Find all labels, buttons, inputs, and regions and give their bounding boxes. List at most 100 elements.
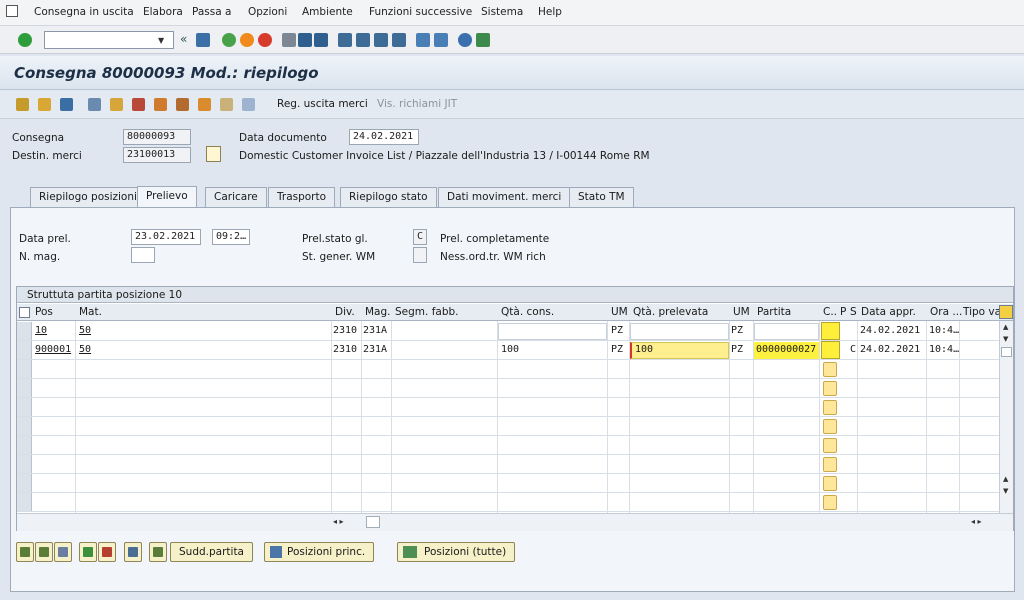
table-row-empty[interactable] [17,398,999,417]
col-data-appr[interactable]: Data appr. [861,306,916,318]
col-pos[interactable]: Pos [35,306,53,318]
warehouse-field[interactable] [131,247,155,263]
col-p[interactable]: P [840,306,846,318]
tab-prelievo[interactable]: Prelievo [137,186,197,208]
tab-trasporto[interactable]: Trasporto [268,187,336,207]
col-c[interactable]: C.. [823,306,837,318]
batch-check-cell[interactable] [823,476,837,491]
scroll-right-icon[interactable]: ◂ ▸ [971,517,982,526]
doc-date-field[interactable]: 24.02.2021 [349,129,419,145]
col-qta-prelevata[interactable]: Qtà. prelevata [633,306,708,318]
scroll-up-bottom-icon[interactable]: ▲ [1003,475,1008,483]
cell-mat[interactable]: 50 [79,325,91,336]
row-selector[interactable] [17,341,32,359]
details-button[interactable] [124,542,142,562]
insert-row-button[interactable] [79,542,97,562]
batch-check-cell[interactable] [823,362,837,377]
table-settings-icon[interactable] [999,305,1013,319]
texts-icon[interactable] [154,98,167,111]
menu-opzioni[interactable]: Opzioni [248,6,287,18]
cancel-icon[interactable] [258,33,272,47]
select-block-button[interactable] [35,542,53,562]
next-page-icon[interactable] [374,33,388,47]
cell-batch[interactable]: 0000000027 [756,344,816,355]
scroll-up-icon[interactable]: ▲ [1003,323,1008,331]
previous-page-icon[interactable] [356,33,370,47]
serial-numbers-icon[interactable] [220,98,233,111]
table-row[interactable]: 900001 50 2310 231A 100 PZ 100 PZ 000000… [17,341,999,360]
pick-date-field[interactable]: 23.02.2021 [131,229,201,245]
batch-split-icon-button[interactable] [149,542,167,562]
menu-passa-a[interactable]: Passa a [192,6,231,18]
enter-check-icon[interactable] [18,33,32,47]
table-row-empty[interactable] [17,455,999,474]
cell-pos[interactable]: 10 [35,325,47,336]
select-all-button[interactable] [16,542,34,562]
col-um-2[interactable]: UM [733,306,750,318]
col-ora[interactable]: Ora ... [930,306,962,318]
batch-check-cell[interactable] [823,495,837,510]
posizioni-princ-button[interactable]: Posizioni princ. [264,542,375,562]
table-row-empty[interactable] [17,360,999,379]
batch-icon[interactable] [198,98,211,111]
menu-funzioni-successive[interactable]: Funzioni successive [369,6,472,18]
batch-check-cell[interactable] [823,381,837,396]
history-back-icon[interactable]: « [180,32,187,46]
table-row-empty[interactable] [17,493,999,512]
row-selector[interactable] [17,360,32,378]
hscroll-thumb[interactable] [366,516,380,528]
table-row-empty[interactable] [17,436,999,455]
command-dropdown-icon[interactable]: ▼ [158,36,164,45]
command-field[interactable] [44,31,174,49]
col-partita[interactable]: Partita [757,306,791,318]
batch-input[interactable] [754,323,819,340]
new-session-icon[interactable] [416,33,430,47]
delete-icon[interactable] [60,98,73,111]
goods-issue-button[interactable]: Reg. uscita merci [277,98,368,110]
col-div[interactable]: Div. [335,306,355,318]
scroll-left-icon[interactable]: ◂ ▸ [333,517,344,526]
tab-riepilogo-stato[interactable]: Riepilogo stato [340,187,437,207]
find-icon[interactable] [298,33,312,47]
col-s[interactable]: S [850,306,857,318]
batch-check-cell[interactable] [823,457,837,472]
row-selector[interactable] [17,455,32,473]
col-mat[interactable]: Mat. [79,306,102,318]
row-selector[interactable] [17,493,32,511]
table-row-empty[interactable] [17,417,999,436]
exit-icon[interactable] [240,33,254,47]
horizontal-scrollbar[interactable]: ◂ ▸ ◂ ▸ [17,513,1013,531]
posizioni-tutte-button[interactable]: Posizioni (tutte) [397,542,516,562]
batch-check-cell[interactable] [823,438,837,453]
find-next-icon[interactable] [314,33,328,47]
cell-pos[interactable]: 900001 [35,344,71,355]
row-selector[interactable] [17,436,32,454]
delete-row-button[interactable] [98,542,116,562]
jit-calls-button[interactable]: Vis. richiami JIT [377,98,457,110]
display-change-icon[interactable] [16,98,29,111]
col-mag[interactable]: Mag. [365,306,391,318]
col-tipo-va[interactable]: Tipo va [963,306,1001,318]
batch-check-cell[interactable] [823,400,837,415]
edit-icon[interactable] [38,98,51,111]
table-row[interactable]: 10 50 2310 231A PZ PZ 24.02.2021 10:4… [17,322,999,341]
select-all-icon[interactable] [19,307,30,318]
batch-check-cell[interactable] [821,341,840,359]
last-page-icon[interactable] [392,33,406,47]
menu-ambiente[interactable]: Ambiente [302,6,353,18]
item-overview-icon[interactable] [88,98,101,111]
qty-picked-input[interactable] [630,323,729,340]
batch-check-cell[interactable] [823,419,837,434]
row-selector[interactable] [17,474,32,492]
menu-elabora[interactable]: Elabora [143,6,183,18]
row-selector[interactable] [17,379,32,397]
table-row-empty[interactable] [17,379,999,398]
vertical-scrollbar[interactable]: ▲ ▼ ▲ ▼ [999,321,1013,513]
cell-mat[interactable]: 50 [79,344,91,355]
deselect-all-button[interactable] [54,542,72,562]
sudd-partita-button[interactable]: Sudd.partita [170,542,253,562]
col-um[interactable]: UM [611,306,628,318]
tab-caricare[interactable]: Caricare [205,187,267,207]
row-selector[interactable] [17,417,32,435]
scroll-down-bottom-icon[interactable]: ▼ [1003,487,1008,495]
